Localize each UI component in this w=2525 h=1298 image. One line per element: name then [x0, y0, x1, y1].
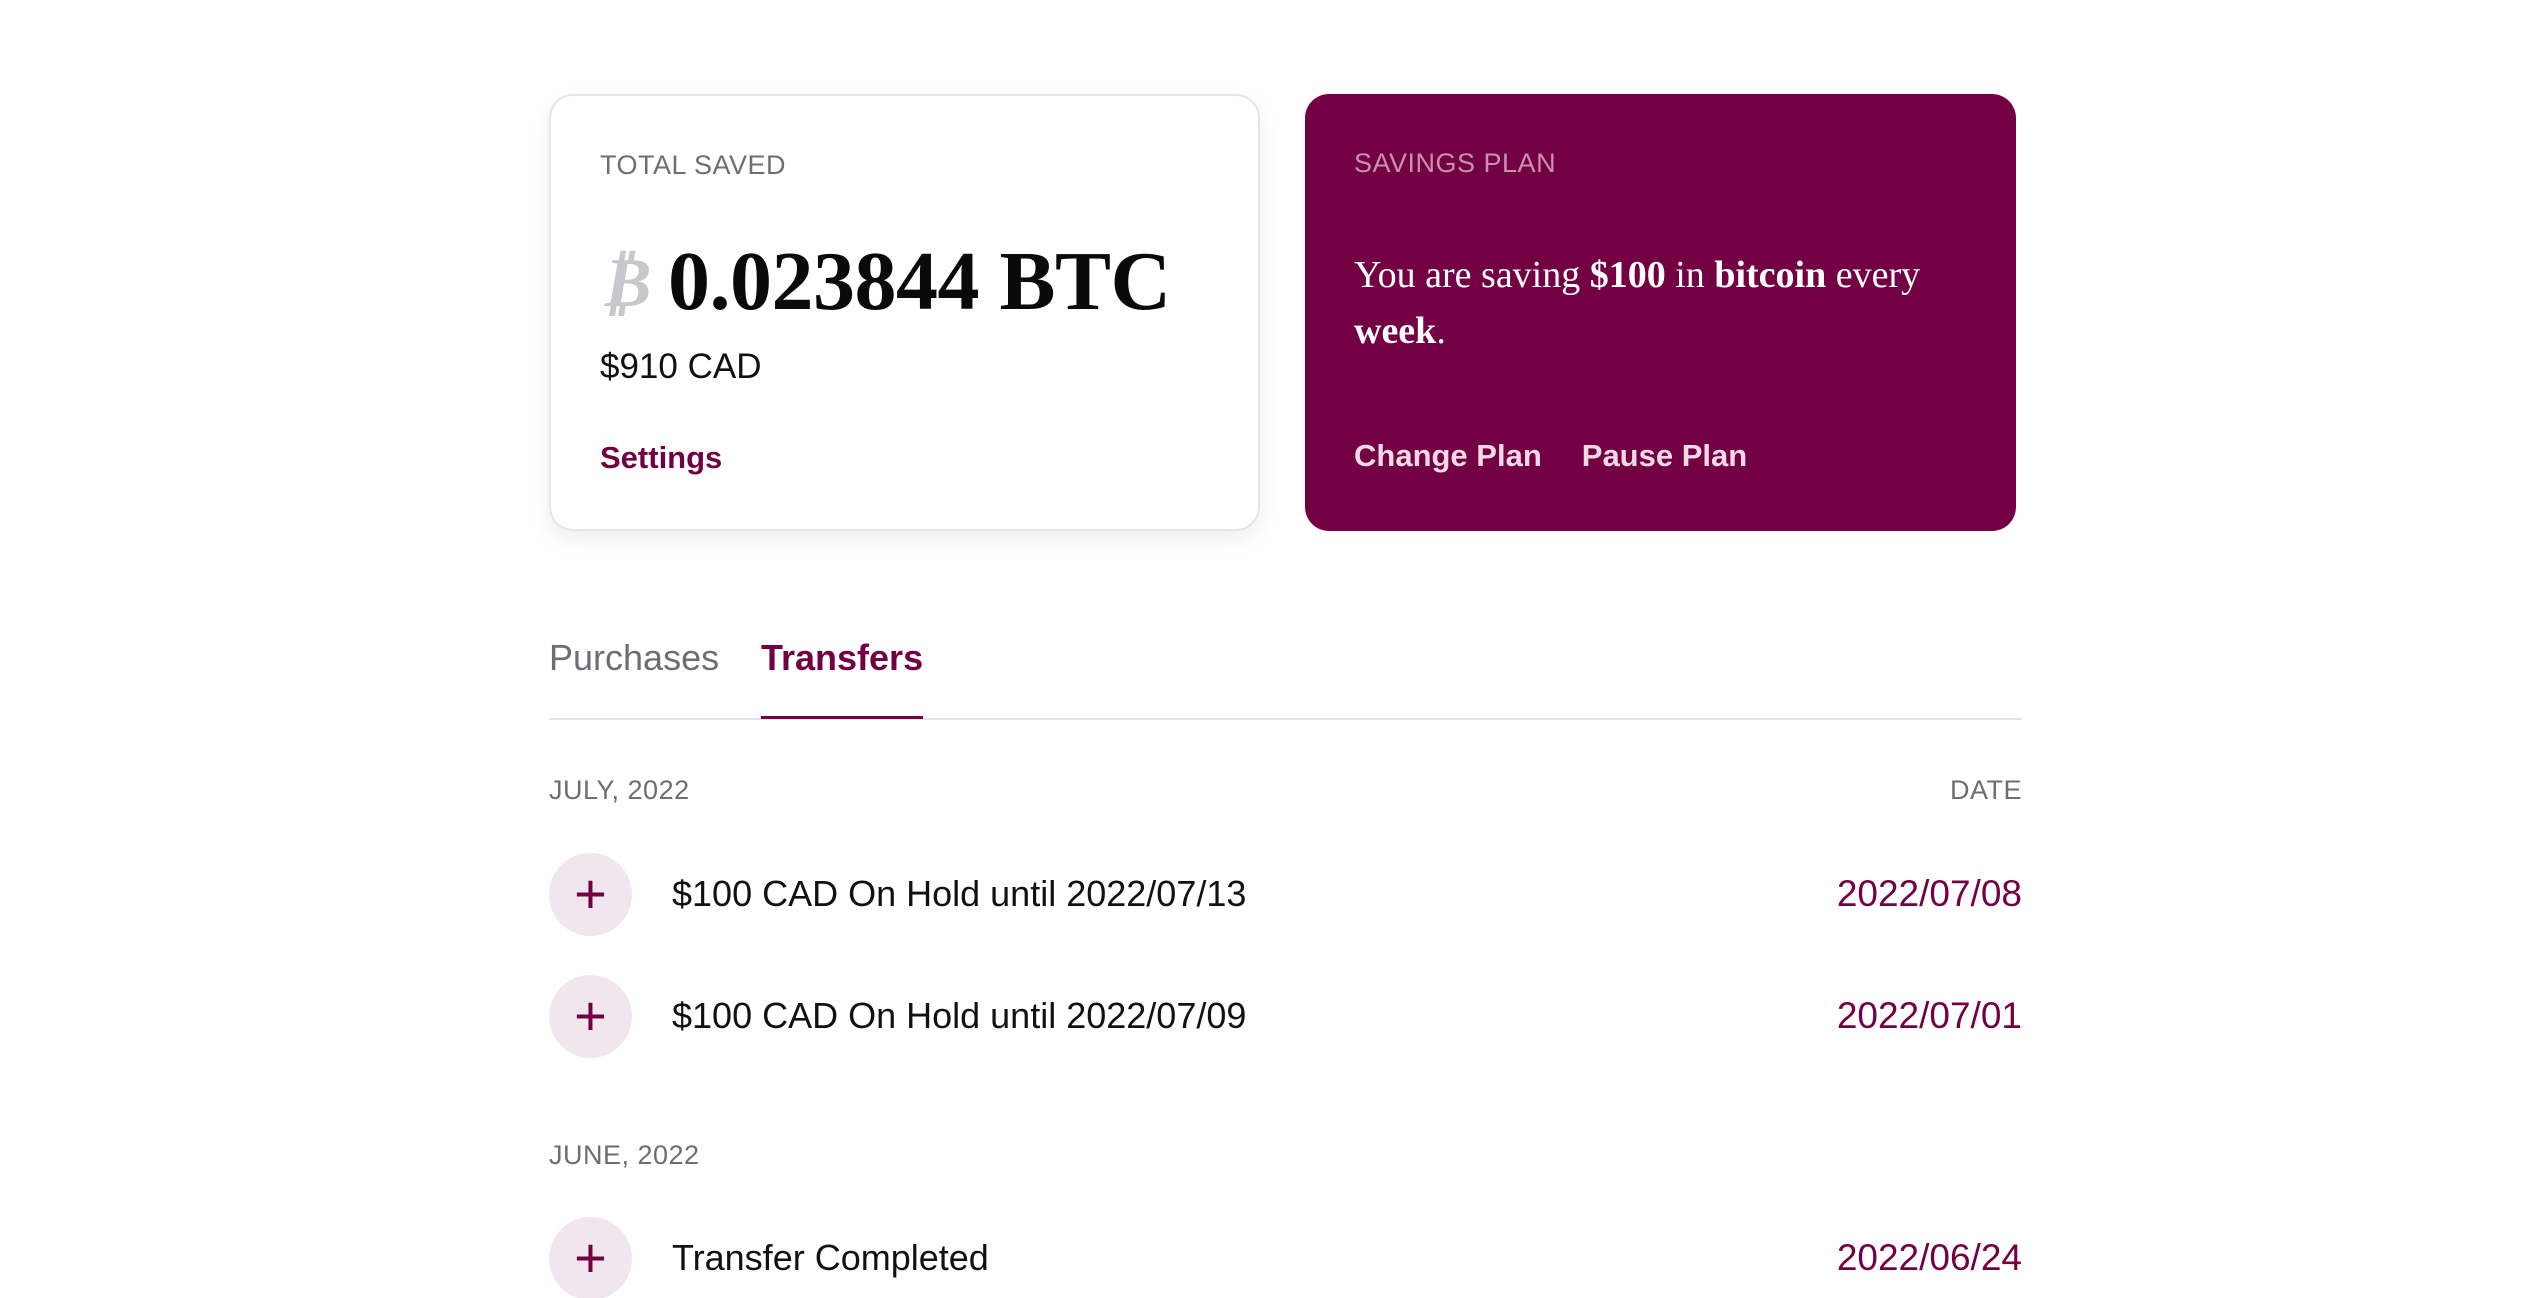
- plan-text-prefix: You are saving: [1354, 254, 1590, 296]
- change-plan-link[interactable]: Change Plan: [1354, 440, 1542, 471]
- month-label: JUNE, 2022: [549, 1140, 700, 1170]
- total-saved-label: TOTAL SAVED: [600, 150, 787, 180]
- transfer-row[interactable]: + Transfer Completed 2022/06/24: [549, 1216, 2022, 1298]
- group-header-july: JULY, 2022 DATE: [549, 777, 2022, 804]
- transfer-date: 2022/07/01: [1836, 995, 2022, 1036]
- plan-actions: Change Plan Pause Plan: [1354, 440, 1747, 471]
- plus-icon[interactable]: +: [549, 974, 632, 1058]
- transfer-description: $100 CAD On Hold until 2022/07/09: [672, 995, 1247, 1036]
- pause-plan-link[interactable]: Pause Plan: [1582, 440, 1747, 471]
- bitcoin-icon: ₿: [600, 245, 652, 322]
- settings-link[interactable]: Settings: [600, 442, 722, 473]
- date-column-header: DATE: [1949, 775, 2022, 805]
- transfer-row[interactable]: + $100 CAD On Hold until 2022/07/13 2022…: [549, 852, 2022, 936]
- plan-asset: bitcoin: [1714, 254, 1827, 296]
- month-label: JULY, 2022: [549, 775, 690, 805]
- total-saved-card: TOTAL SAVED ₿ 0.023844 BTC $910 CAD Sett…: [549, 94, 1260, 531]
- plus-icon[interactable]: +: [549, 852, 632, 936]
- tab-transfers[interactable]: Transfers: [761, 640, 924, 719]
- transfer-date: 2022/07/08: [1836, 873, 2022, 914]
- balance-row: ₿ 0.023844 BTC: [600, 237, 1209, 327]
- plan-text-mid2: every: [1826, 254, 1921, 296]
- btc-balance: 0.023844 BTC: [668, 235, 1171, 328]
- savings-page: TOTAL SAVED ₿ 0.023844 BTC $910 CAD Sett…: [0, 0, 2525, 1298]
- transfer-row[interactable]: + $100 CAD On Hold until 2022/07/09 2022…: [549, 974, 2022, 1058]
- tab-purchases[interactable]: Purchases: [549, 640, 719, 716]
- plus-icon[interactable]: +: [549, 1216, 632, 1298]
- history-tabs: Purchases Transfers: [549, 620, 2022, 720]
- savings-plan-card: SAVINGS PLAN You are saving $100 in bitc…: [1305, 94, 2016, 531]
- plan-amount: $100: [1589, 254, 1666, 296]
- plan-description: You are saving $100 in bitcoin every wee…: [1354, 247, 1967, 359]
- plan-text-mid1: in: [1665, 254, 1715, 296]
- savings-plan-label: SAVINGS PLAN: [1354, 148, 1557, 178]
- fiat-balance: $910 CAD: [600, 347, 762, 386]
- transfer-description: $100 CAD On Hold until 2022/07/13: [672, 873, 1247, 914]
- group-header-june: JUNE, 2022: [549, 1142, 2022, 1169]
- transfer-date: 2022/06/24: [1836, 1237, 2022, 1278]
- transfer-description: Transfer Completed: [672, 1237, 989, 1278]
- plan-frequency: week: [1354, 310, 1437, 352]
- plan-text-suffix: .: [1436, 310, 1446, 352]
